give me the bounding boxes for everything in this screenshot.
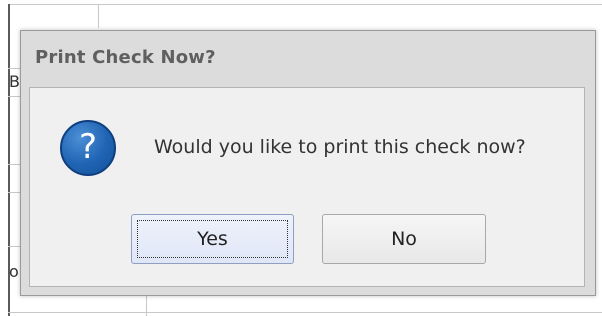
dialog-title: Print Check Now? <box>35 47 216 68</box>
yes-button-label: Yes <box>197 228 228 250</box>
background-grid-line <box>98 4 99 28</box>
no-button[interactable]: No <box>322 214 486 264</box>
no-button-label: No <box>391 228 417 250</box>
dialog-body: ? Would you like to print this check now… <box>29 87 585 287</box>
background-grid-line <box>8 312 602 313</box>
question-icon: ? <box>60 120 116 176</box>
yes-button[interactable]: Yes <box>131 214 294 264</box>
dialog-message: Would you like to print this check now? <box>154 136 526 158</box>
print-check-dialog: Print Check Now? ? Would you like to pri… <box>20 30 596 296</box>
question-mark-glyph: ? <box>78 127 98 167</box>
